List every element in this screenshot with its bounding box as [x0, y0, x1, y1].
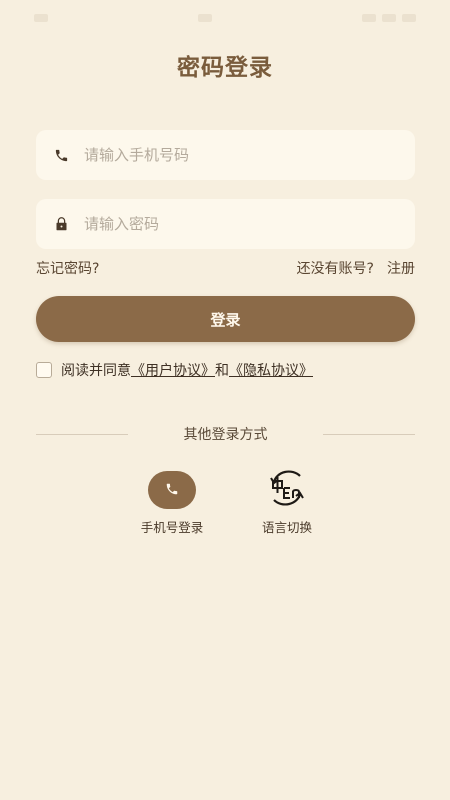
phone-field[interactable]: [36, 130, 415, 180]
status-bar: [0, 0, 450, 36]
phone-icon: [52, 146, 70, 164]
phone-login-option[interactable]: 手机号登录: [127, 471, 217, 536]
status-indicator: [34, 14, 48, 22]
signal-icon: [362, 14, 376, 22]
other-login-divider: 其他登录方式: [36, 424, 415, 444]
page-title: 密码登录: [177, 55, 273, 81]
divider-line-left: [36, 433, 128, 435]
language-switch-icon: [264, 468, 310, 512]
language-switch-option[interactable]: 语言切换: [242, 468, 332, 536]
status-icons: [362, 14, 416, 22]
language-switch-button[interactable]: [263, 468, 311, 512]
language-switch-label: 语言切换: [261, 520, 312, 535]
user-agreement-link[interactable]: 《用户协议》: [131, 360, 215, 380]
status-indicator: [198, 14, 212, 22]
phone-login-label: 手机号登录: [140, 520, 204, 535]
register-link[interactable]: 注册: [387, 258, 415, 278]
agreement-prefix: 阅读并同意: [61, 363, 131, 379]
password-input[interactable]: [84, 215, 415, 233]
password-field[interactable]: [36, 199, 415, 249]
battery-icon: [402, 14, 416, 22]
forgot-password-link[interactable]: 忘记密码?: [36, 258, 99, 278]
account-links: 忘记密码? 还没有账号? 注册: [36, 258, 415, 278]
register-links: 还没有账号? 注册: [297, 258, 415, 278]
login-button[interactable]: 登录: [36, 296, 415, 342]
phone-login-button[interactable]: [148, 471, 196, 509]
login-screen: 密码登录 忘记密码? 还没有账号? 注册 登录 阅读并同意 《用户协议》 和 《…: [0, 0, 450, 800]
privacy-agreement-link[interactable]: 《隐私协议》: [229, 360, 313, 380]
divider-line-right: [323, 433, 415, 435]
phone-icon: [165, 481, 179, 500]
agreement-conjunction: 和: [215, 363, 229, 379]
wifi-icon: [382, 14, 396, 22]
no-account-link[interactable]: 还没有账号?: [297, 258, 374, 278]
phone-input[interactable]: [84, 146, 415, 164]
agreement-checkbox[interactable]: [36, 362, 52, 378]
other-login-title: 其他登录方式: [183, 427, 268, 443]
lock-icon: [52, 215, 70, 233]
agreement-row: 阅读并同意 《用户协议》 和 《隐私协议》: [36, 360, 313, 380]
